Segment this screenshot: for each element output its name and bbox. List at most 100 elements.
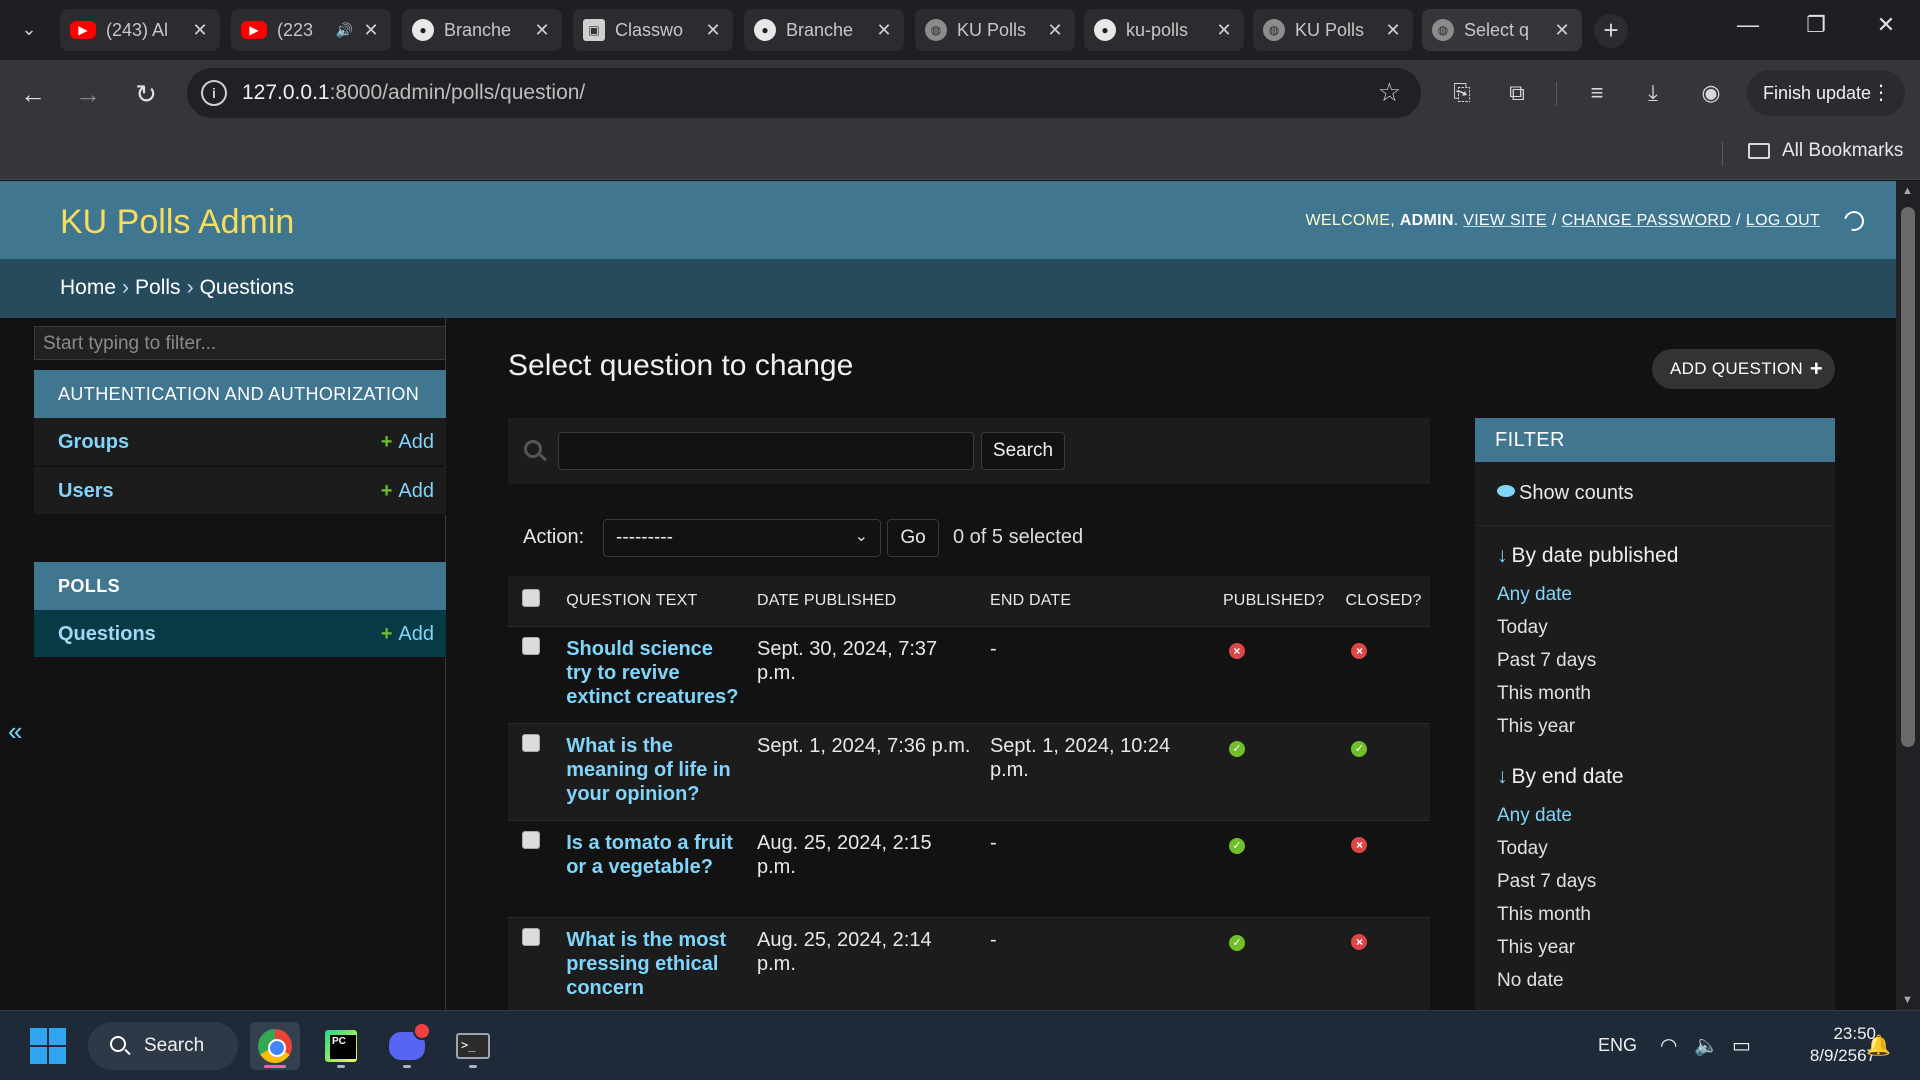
close-window-icon[interactable]: ✕ [1866, 12, 1906, 38]
filter-option-selected[interactable]: Any date [1475, 578, 1835, 611]
add-questions-link[interactable]: + Add [381, 610, 434, 658]
taskbar-terminal-app[interactable]: >_ [448, 1022, 498, 1070]
finish-update-button[interactable]: Finish update ⋮ [1747, 70, 1905, 116]
browser-tab-active[interactable]: ◍ Select q ✕ [1422, 9, 1582, 51]
question-link[interactable]: Is a tomato a fruit or a vegetable? [558, 820, 749, 918]
system-clock[interactable]: 23:50 8/9/2567 [1780, 1023, 1876, 1067]
select-all-checkbox[interactable] [522, 589, 540, 608]
column-header-end-date[interactable]: END DATE [981, 576, 1215, 627]
close-icon[interactable]: ✕ [874, 20, 894, 41]
module-caption-auth[interactable]: AUTHENTICATION AND AUTHORIZATION [34, 370, 446, 418]
breadcrumb-polls[interactable]: Polls [135, 276, 181, 299]
column-header-published[interactable]: PUBLISHED? [1214, 576, 1338, 627]
browser-tab[interactable]: ◍ KU Polls ✕ [1253, 9, 1413, 51]
add-question-button[interactable]: ADD QUESTION + [1652, 349, 1835, 389]
close-icon[interactable]: ✕ [361, 20, 381, 41]
sidebar-item-label[interactable]: Groups [58, 431, 129, 453]
filter-option[interactable]: Past 7 days [1475, 865, 1835, 898]
filter-option[interactable]: Past 7 days [1475, 644, 1835, 677]
close-icon[interactable]: ✕ [703, 20, 723, 41]
row-checkbox[interactable] [522, 636, 540, 655]
question-link[interactable]: Should science try to revive extinct cre… [558, 626, 749, 724]
add-groups-link[interactable]: + Add [381, 418, 434, 466]
bookmark-star-icon[interactable]: ☆ [1378, 77, 1401, 108]
breadcrumb-home[interactable]: Home [60, 276, 116, 299]
browser-tab[interactable]: ● Branche ✕ [402, 9, 562, 51]
filter-option[interactable]: This month [1475, 677, 1835, 710]
taskbar-chrome-app[interactable] [250, 1022, 300, 1070]
sidebar-item-label[interactable]: Users [58, 480, 114, 502]
battery-icon[interactable]: ▭ [1732, 1033, 1751, 1058]
speaker-icon[interactable]: 🔊 [336, 22, 353, 39]
row-checkbox[interactable] [522, 830, 540, 849]
browser-tab[interactable]: ● Branche ✕ [744, 9, 904, 51]
filter-option[interactable]: This month [1475, 898, 1835, 931]
sidebar-item-questions[interactable]: Questions + Add [34, 610, 446, 658]
tab-search-chevron-icon[interactable]: ⌄ [14, 14, 44, 44]
column-header-closed[interactable]: CLOSED? [1337, 576, 1430, 627]
action-select[interactable]: --------- ⌄ [603, 519, 881, 557]
close-icon[interactable]: ✕ [1383, 20, 1403, 41]
url-text[interactable]: 127.0.0.1:8000/admin/polls/question/ [242, 81, 585, 105]
site-info-icon[interactable]: i [201, 80, 227, 106]
browser-tab[interactable]: ● ku-polls ✕ [1084, 9, 1244, 51]
volume-icon[interactable]: 🔈 [1694, 1033, 1719, 1058]
close-icon[interactable]: ✕ [190, 20, 210, 41]
change-password-link[interactable]: CHANGE PASSWORD [1562, 212, 1732, 230]
search-input[interactable] [558, 432, 974, 470]
theme-toggle-moon-icon[interactable] [1840, 207, 1868, 235]
column-header-date-published[interactable]: DATE PUBLISHED [749, 576, 982, 627]
taskbar-discord-app[interactable] [382, 1022, 432, 1070]
browser-tab[interactable]: ▣ Classwo ✕ [573, 9, 733, 51]
address-bar[interactable]: i 127.0.0.1:8000/admin/polls/question/ ☆ [187, 68, 1421, 118]
windows-start-icon[interactable] [30, 1028, 66, 1064]
browser-tab[interactable]: ▶ (223 🔊 ✕ [231, 9, 391, 51]
filter-option[interactable]: No date [1475, 964, 1835, 997]
show-counts-link[interactable]: Show counts [1475, 462, 1835, 526]
filter-option[interactable]: Today [1475, 611, 1835, 644]
sidebar-item-label[interactable]: Questions [58, 623, 156, 645]
taskbar-pycharm-app[interactable] [316, 1022, 366, 1070]
log-out-link[interactable]: LOG OUT [1746, 212, 1820, 230]
column-header-question-text[interactable]: QUESTION TEXT [558, 576, 749, 627]
sidebar-item-users[interactable]: Users + Add [34, 467, 446, 515]
filter-option[interactable]: Today [1475, 832, 1835, 865]
close-icon[interactable]: ✕ [1552, 20, 1572, 41]
profile-avatar-icon[interactable]: ◉ [1694, 76, 1728, 110]
site-branding[interactable]: KU Polls Admin [60, 203, 294, 242]
sidebar-item-groups[interactable]: Groups + Add [34, 418, 446, 466]
translate-icon[interactable]: ⎘ [1445, 76, 1479, 110]
minimize-icon[interactable]: — [1728, 12, 1768, 38]
filter-group-title[interactable]: ↓ By end date [1475, 743, 1835, 799]
taskbar-search-button[interactable]: Search [88, 1022, 238, 1070]
new-tab-button[interactable]: + [1594, 14, 1628, 48]
back-arrow-icon[interactable]: ← [15, 76, 51, 112]
module-caption-polls[interactable]: POLLS [34, 562, 446, 610]
download-icon[interactable]: ⤓ [1636, 76, 1670, 110]
add-users-link[interactable]: + Add [381, 467, 434, 515]
nav-filter-input[interactable]: Start typing to filter... [34, 326, 446, 360]
browser-tab[interactable]: ◍ KU Polls ✕ [915, 9, 1075, 51]
toggle-sidebar-icon[interactable]: « [8, 716, 22, 747]
filter-option[interactable]: This year [1475, 710, 1835, 743]
restore-icon[interactable]: ❐ [1796, 12, 1836, 38]
row-checkbox[interactable] [522, 733, 540, 752]
row-checkbox[interactable] [522, 927, 540, 946]
language-indicator[interactable]: ENG [1598, 1035, 1637, 1056]
more-vert-icon[interactable]: ⋮ [1871, 70, 1891, 116]
question-link[interactable]: What is the meaning of life in your opin… [558, 723, 749, 821]
page-scrollbar[interactable]: ▲ ▼ [1896, 181, 1920, 1010]
notifications-bell-icon[interactable]: 🔔 [1866, 1033, 1891, 1058]
view-site-link[interactable]: VIEW SITE [1463, 212, 1547, 230]
search-button[interactable]: Search [981, 432, 1065, 470]
all-bookmarks-button[interactable]: All Bookmarks [1748, 140, 1903, 162]
extensions-puzzle-icon[interactable]: ⧉ [1500, 76, 1534, 110]
scroll-up-icon[interactable]: ▲ [1902, 185, 1913, 197]
forward-arrow-icon[interactable]: → [70, 76, 106, 112]
reload-icon[interactable]: ↻ [128, 76, 164, 112]
scroll-down-icon[interactable]: ▼ [1902, 994, 1913, 1006]
close-icon[interactable]: ✕ [1214, 20, 1234, 41]
media-queue-icon[interactable]: ≡ [1580, 76, 1614, 110]
filter-option-selected[interactable]: Any date [1475, 799, 1835, 832]
close-icon[interactable]: ✕ [1045, 20, 1065, 41]
